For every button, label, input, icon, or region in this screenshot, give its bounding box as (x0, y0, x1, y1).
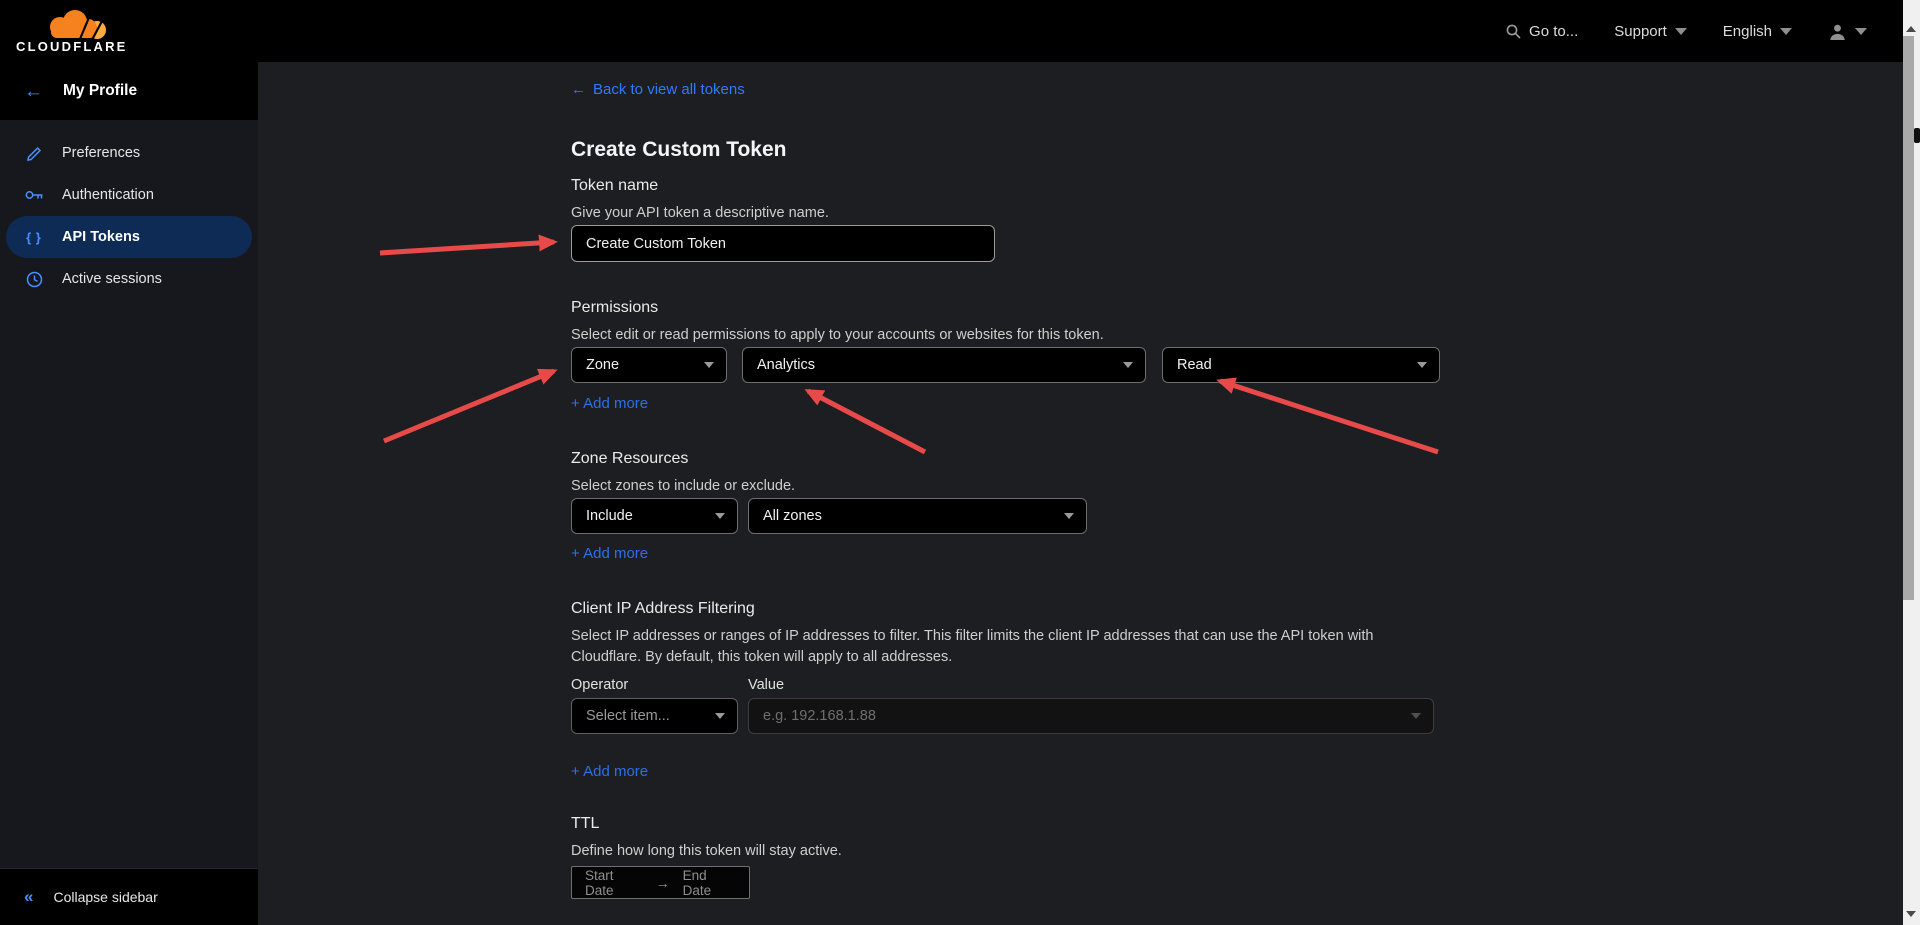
scrollbar-thumb[interactable] (1903, 36, 1914, 600)
support-label: Support (1614, 23, 1667, 40)
chevron-down-icon (1123, 362, 1133, 368)
start-date-placeholder: Start Date (585, 868, 643, 898)
token-name-label: Token name (571, 176, 1461, 195)
sidebar-item-active-sessions[interactable]: Active sessions (6, 258, 252, 300)
zone-resources-add-more-link[interactable]: + Add more (571, 545, 648, 563)
end-date-placeholder: End Date (683, 868, 736, 898)
chevron-down-icon (1411, 713, 1421, 719)
collapse-sidebar-label: Collapse sidebar (53, 889, 157, 905)
client-ip-label: Client IP Address Filtering (571, 599, 1461, 618)
sidebar-title: My Profile (63, 82, 137, 100)
sidebar-item-label: Preferences (62, 145, 140, 161)
ip-value-combobox[interactable]: e.g. 192.168.1.88 (748, 698, 1434, 734)
zone-resources-description: Select zones to include or exclude. (571, 477, 1451, 495)
collapse-sidebar-button[interactable]: « Collapse sidebar (0, 868, 258, 925)
zone-resources-row: Include All zones (571, 498, 1461, 534)
user-icon (1828, 22, 1847, 41)
back-arrow-icon[interactable]: ← (24, 82, 43, 101)
sidebar-item-label: API Tokens (62, 229, 140, 245)
permissions-description: Select edit or read permissions to apply… (571, 326, 1451, 344)
zone-scope-select[interactable]: All zones (748, 498, 1087, 534)
chevron-down-icon (1855, 28, 1867, 35)
ip-value-placeholder: e.g. 192.168.1.88 (763, 708, 876, 724)
permission-group-value: Analytics (757, 357, 815, 373)
page-title: Create Custom Token (571, 138, 1461, 162)
operator-select[interactable]: Select item... (571, 698, 738, 734)
sidebar-item-label: Active sessions (62, 271, 162, 287)
permission-scope-select[interactable]: Zone (571, 347, 727, 383)
zone-scope-value: All zones (763, 508, 822, 524)
sidebar-item-authentication[interactable]: Authentication (6, 174, 252, 216)
braces-icon: { } (24, 230, 44, 245)
chevron-down-icon (715, 713, 725, 719)
support-menu[interactable]: Support (1614, 23, 1687, 40)
operator-placeholder: Select item... (586, 708, 670, 724)
clock-icon (24, 271, 44, 288)
brand-wordmark: CLOUDFLARE (16, 39, 128, 54)
cloudflare-logo[interactable]: CLOUDFLARE (16, 9, 134, 54)
back-arrow-icon: ← (571, 81, 586, 99)
ttl-label: TTL (571, 814, 1461, 833)
account-menu[interactable] (1828, 22, 1867, 41)
chevron-down-icon (1780, 28, 1792, 35)
client-ip-field-labels: Operator Value (571, 676, 1461, 694)
permissions-add-more-link[interactable]: + Add more (571, 395, 648, 413)
scroll-down-arrow[interactable] (1906, 911, 1916, 917)
chevron-down-icon (715, 513, 725, 519)
sidebar-item-api-tokens[interactable]: { } API Tokens (6, 216, 252, 258)
language-menu[interactable]: English (1723, 23, 1792, 40)
permission-access-value: Read (1177, 357, 1212, 373)
client-ip-description: Select IP addresses or ranges of IP addr… (571, 626, 1443, 668)
topbar-menu: Go to... Support English (1506, 22, 1867, 41)
sidebar-item-preferences[interactable]: Preferences (6, 132, 252, 174)
token-name-input[interactable] (571, 225, 995, 262)
zone-resources-label: Zone Resources (571, 449, 1461, 468)
zone-include-value: Include (586, 508, 633, 524)
zone-include-select[interactable]: Include (571, 498, 738, 534)
sidebar-item-label: Authentication (62, 187, 154, 203)
permissions-row: Zone Analytics Read (571, 347, 1461, 383)
double-chevron-left-icon: « (24, 887, 33, 907)
top-bar: CLOUDFLARE Go to... Support English (0, 0, 1920, 62)
pencil-icon (24, 145, 44, 162)
sidebar: ← My Profile Preferences Authentication … (0, 62, 258, 925)
back-to-tokens-link[interactable]: ← Back to view all tokens (571, 81, 745, 99)
arrow-right-icon: → (656, 875, 670, 891)
permission-group-select[interactable]: Analytics (742, 347, 1146, 383)
search-icon (1506, 24, 1521, 39)
permission-access-select[interactable]: Read (1162, 347, 1440, 383)
back-link-label: Back to view all tokens (593, 81, 745, 99)
goto-search[interactable]: Go to... (1506, 23, 1578, 40)
sidebar-header: ← My Profile (0, 62, 258, 120)
scrollbar-notch (1914, 128, 1920, 143)
scroll-up-arrow[interactable] (1906, 26, 1916, 32)
permissions-label: Permissions (571, 298, 1461, 317)
language-label: English (1723, 23, 1772, 40)
chevron-down-icon (1675, 28, 1687, 35)
chevron-down-icon (1417, 362, 1427, 368)
ttl-date-range-input[interactable]: Start Date → End Date (571, 866, 750, 899)
client-ip-add-more-link[interactable]: + Add more (571, 763, 648, 781)
vertical-scrollbar[interactable] (1903, 0, 1920, 925)
goto-label: Go to... (1529, 23, 1578, 40)
value-label: Value (748, 676, 784, 694)
cloudflare-cloud-icon (42, 9, 108, 41)
permission-scope-value: Zone (586, 357, 619, 373)
sidebar-nav: Preferences Authentication { } API Token… (0, 120, 258, 300)
chevron-down-icon (704, 362, 714, 368)
client-ip-row: Select item... e.g. 192.168.1.88 (571, 698, 1461, 734)
main-content: ← Back to view all tokens Create Custom … (258, 62, 1903, 925)
token-name-description: Give your API token a descriptive name. (571, 204, 1451, 222)
key-icon (24, 189, 44, 201)
chevron-down-icon (1064, 513, 1074, 519)
ttl-description: Define how long this token will stay act… (571, 842, 1451, 860)
operator-label: Operator (571, 676, 748, 694)
